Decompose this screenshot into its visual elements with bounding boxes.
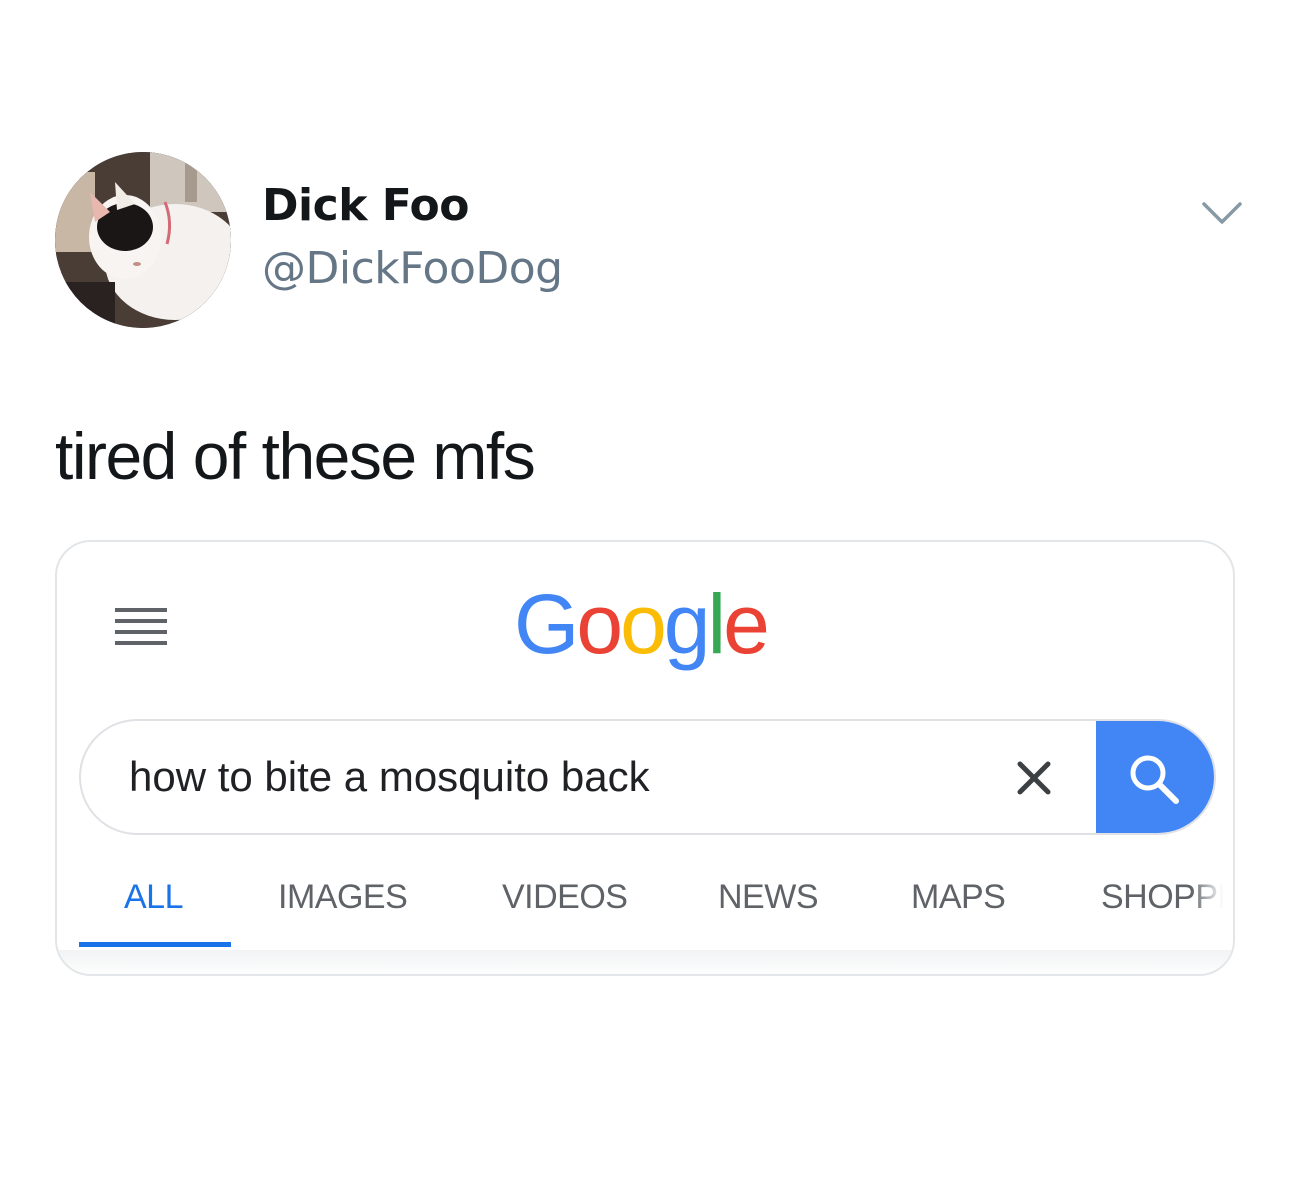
logo-letter: g bbox=[663, 577, 711, 671]
tab-all[interactable]: ALL bbox=[124, 878, 184, 917]
active-tab-indicator bbox=[79, 942, 231, 947]
tab-videos[interactable]: VIDEOS bbox=[502, 878, 628, 917]
tab-maps[interactable]: MAPS bbox=[911, 878, 1006, 917]
tweet-screenshot: Dick Foo @DickFooDog tired of these mfs … bbox=[0, 0, 1290, 1180]
logo-letter: e bbox=[723, 577, 770, 671]
chevron-down-icon[interactable] bbox=[1200, 198, 1244, 228]
search-tabs: ALL IMAGES VIDEOS NEWS MAPS SHOPPI bbox=[57, 872, 1233, 952]
tab-news[interactable]: NEWS bbox=[718, 878, 819, 917]
cat-photo bbox=[55, 152, 231, 328]
hamburger-menu-icon[interactable] bbox=[115, 608, 167, 646]
search-button[interactable] bbox=[1096, 721, 1214, 833]
tab-images[interactable]: IMAGES bbox=[278, 878, 408, 917]
logo-letter: G bbox=[514, 577, 579, 671]
display-name[interactable]: Dick Foo bbox=[262, 180, 470, 231]
logo-letter: o bbox=[620, 577, 667, 671]
google-logo: Google bbox=[514, 574, 770, 674]
user-handle[interactable]: @DickFooDog bbox=[262, 243, 563, 294]
search-box[interactable]: how to bite a mosquito back bbox=[79, 719, 1216, 835]
avatar[interactable] bbox=[55, 152, 231, 328]
divider bbox=[57, 950, 1233, 974]
logo-letter: l bbox=[707, 577, 727, 671]
search-input[interactable]: how to bite a mosquito back bbox=[129, 753, 650, 801]
tweet-text: tired of these mfs bbox=[55, 419, 536, 493]
search-icon bbox=[1130, 755, 1179, 804]
logo-letter: o bbox=[576, 577, 623, 671]
close-icon[interactable] bbox=[1015, 759, 1053, 797]
google-search-screenshot: Google how to bite a mosquito back ALL I… bbox=[55, 540, 1235, 976]
tab-fade bbox=[1191, 872, 1233, 932]
